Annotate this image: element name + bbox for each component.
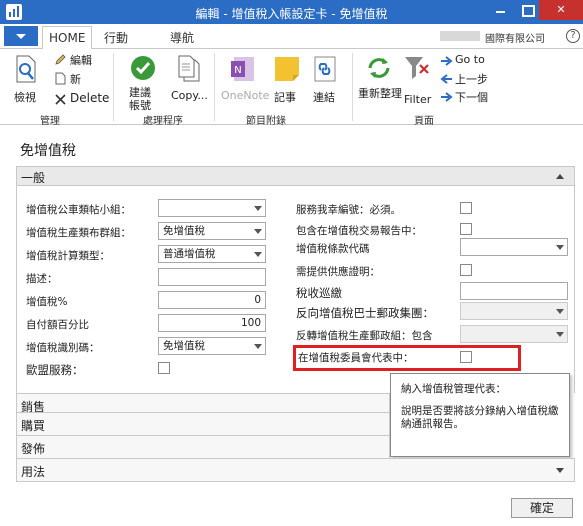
delete-icon <box>55 94 66 105</box>
close-button[interactable]: ✕ <box>539 0 583 20</box>
vat-prod-posting-group-field[interactable]: 免增值稅 <box>158 222 266 240</box>
tab-actions[interactable]: 行動 <box>104 29 128 46</box>
chevron-down-icon[interactable] <box>556 309 564 314</box>
onenote-icon: N <box>231 57 254 81</box>
vat-bus-posting-group-field[interactable] <box>158 199 266 217</box>
self-payment-percent-field[interactable]: 100 <box>158 314 266 332</box>
chevron-down-icon[interactable] <box>556 332 564 337</box>
filter-button[interactable]: Filter <box>402 53 432 109</box>
vat-calc-type-field[interactable]: 普通增值稅 <box>158 245 266 263</box>
tax-category-label: 稅收巡繳 <box>296 286 342 300</box>
minimize-button[interactable] <box>487 0 514 20</box>
notes-button[interactable]: 記事 <box>271 53 303 109</box>
user-name-redacted <box>440 31 480 41</box>
chevron-down-icon[interactable] <box>556 245 564 250</box>
filter-icon <box>405 57 429 79</box>
certificate-required-label: 需提供供應證明： <box>296 266 380 278</box>
vat-clause-code-field[interactable] <box>460 238 568 256</box>
maximize-button[interactable] <box>514 0 541 20</box>
ribbon-tab-bar: HOME 行動 導航 國際有限公司 ? <box>0 24 583 50</box>
field-tooltip: 納入增值稅管理代表： 說明是否要將該分錄納入增值稅繳納通訊報告。 <box>390 373 570 457</box>
arrow-left-icon <box>440 74 452 84</box>
svg-text:N: N <box>234 65 241 76</box>
reverse-chrg-group-label: 反向增值稅巴士郵政集團： <box>296 306 434 320</box>
tab-navigate[interactable]: 導航 <box>170 29 194 46</box>
chevron-down-icon[interactable] <box>254 344 262 349</box>
certificate-required-checkbox[interactable] <box>460 264 472 276</box>
chevron-down-icon[interactable] <box>254 229 262 234</box>
edit-icon <box>55 54 66 65</box>
chevron-down-icon <box>556 468 564 473</box>
vat-clause-code-label: 增值稅條款代碼 <box>296 243 370 255</box>
links-button[interactable]: 連結 <box>310 53 342 109</box>
group-label-manage: 管理 <box>40 116 60 127</box>
ribbon: 檢視 編輯 新 Delete 管理 建議 帳號 Copy... 處理程序 N O… <box>0 49 583 127</box>
vat-percent-field[interactable]: 0 <box>158 291 266 309</box>
page-title: 免增值稅 <box>20 143 76 159</box>
refresh-button[interactable]: 重新整理 <box>358 53 402 109</box>
tooltip-body: 說明是否要將該分錄納入增值稅繳納通訊報告。 <box>401 405 559 430</box>
fasttab-general-label: 一般 <box>21 171 46 185</box>
eu-service-checkbox[interactable] <box>158 362 170 374</box>
reverse-chrg-prod-field[interactable] <box>460 325 568 343</box>
note-icon <box>275 57 299 81</box>
chevron-down-icon[interactable] <box>254 252 262 257</box>
ok-button[interactable]: 確定 <box>511 498 573 518</box>
file-menu-button[interactable] <box>4 26 38 46</box>
fasttab-purchases[interactable]: 購買 <box>16 412 390 436</box>
view-button[interactable]: 檢視 <box>6 53 46 109</box>
copy-icon <box>178 55 200 82</box>
group-label-attachments: 節目附錄 <box>246 116 286 127</box>
fasttab-settlement[interactable]: 發佈 <box>16 435 390 459</box>
arrow-right-icon <box>441 56 453 66</box>
description-label: 描述： <box>26 273 58 285</box>
suggest-accounts-button[interactable]: 建議 帳號 <box>122 53 162 112</box>
reverse-chrg-group-field[interactable] <box>460 302 568 320</box>
eu-service-label: 歐盟服務： <box>26 363 84 377</box>
checkmark-icon <box>131 56 155 80</box>
include-in-report-checkbox[interactable] <box>460 223 472 235</box>
tab-home[interactable]: HOME <box>42 26 93 50</box>
chevron-down-icon[interactable] <box>254 206 262 211</box>
vat-calc-type-label: 增值稅計算類型： <box>26 250 110 262</box>
group-label-page: 頁面 <box>414 116 434 127</box>
vat-identifier-label: 增值稅識別碼： <box>26 342 100 354</box>
self-payment-percent-label: 自付額百分比 <box>26 319 89 331</box>
vat-percent-label: 增值稅% <box>26 296 68 308</box>
fasttab-usage[interactable]: 用法 <box>16 458 575 482</box>
cert-required-checkbox[interactable] <box>460 202 472 214</box>
include-in-report-label: 包含在增值稅交易報告中： <box>296 225 422 237</box>
onenote-button[interactable]: N OneNote <box>218 53 269 109</box>
tooltip-title: 納入增值稅管理代表： <box>401 383 506 395</box>
fasttab-general-header[interactable]: 一般 <box>16 166 575 186</box>
vat-prod-posting-group-label: 增值稅生產類布群組： <box>26 227 131 239</box>
help-icon[interactable]: ? <box>566 29 580 43</box>
company-name: 國際有限公司 <box>485 34 545 45</box>
view-icon <box>16 55 36 83</box>
link-icon <box>314 56 336 82</box>
tax-category-field[interactable] <box>460 282 568 300</box>
title-bar: 編輯 - 增值稅入帳設定卡 - 免增值稅 ✕ <box>0 0 583 24</box>
vat-identifier-field[interactable]: 免增值稅 <box>158 337 266 355</box>
copy-button[interactable]: Copy... <box>168 53 210 109</box>
reverse-chrg-prod-label: 反轉增值稅生產郵政組：包含 <box>296 330 433 342</box>
highlight-box <box>293 345 521 371</box>
description-field[interactable] <box>158 268 266 286</box>
refresh-icon <box>368 58 390 78</box>
cert-required-label: 服務我幸編號：必須。 <box>296 204 401 216</box>
new-icon <box>55 72 66 85</box>
group-label-process: 處理程序 <box>143 116 183 127</box>
vat-bus-posting-group-label: 增值稅公車類帖小組： <box>26 204 131 216</box>
arrow-right-icon <box>441 92 453 102</box>
chevron-up-icon <box>556 174 564 179</box>
